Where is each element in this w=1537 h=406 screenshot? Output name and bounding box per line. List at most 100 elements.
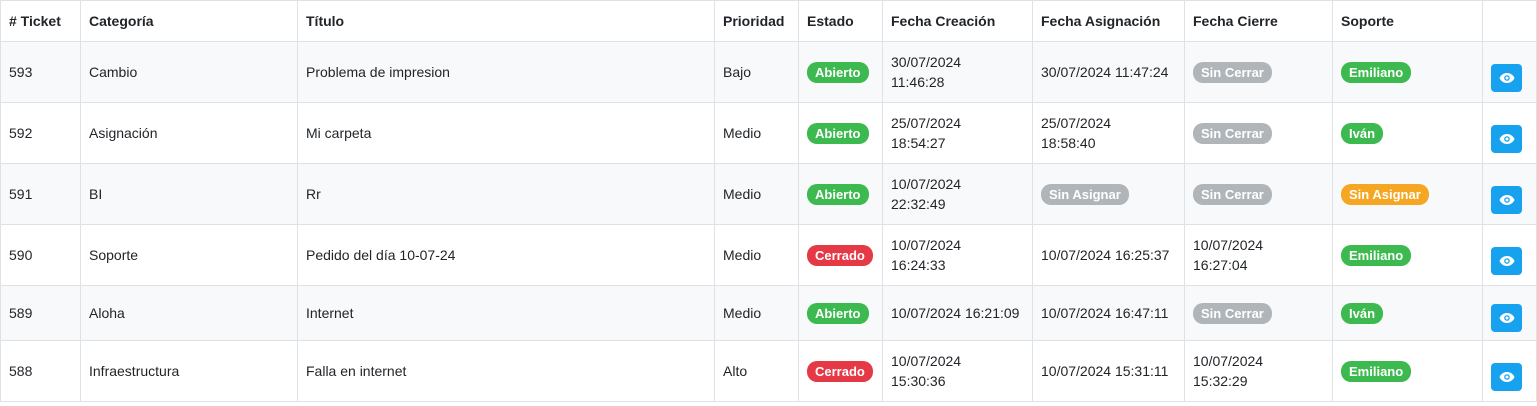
- cell-soporte: Iván: [1332, 102, 1483, 164]
- cell-estado: Abierto: [798, 41, 883, 103]
- creation-date: 30/07/2024: [891, 54, 962, 70]
- header-titulo[interactable]: Título: [297, 0, 715, 42]
- cell-fecha-cierre: Sin Cerrar: [1184, 41, 1333, 103]
- support-agent-badge: Emiliano: [1341, 61, 1412, 83]
- assignment-date: 10/07/2024 15:31:11: [1041, 363, 1169, 379]
- cell-estado: Abierto: [798, 102, 883, 164]
- category-text: Aloha: [89, 305, 125, 321]
- not-closed-badge: Sin Cerrar: [1193, 122, 1272, 144]
- table-row[interactable]: 588 Infraestructura Falla en internet Alto C…: [0, 340, 1537, 402]
- cell-soporte: Sin Asignar: [1332, 163, 1483, 225]
- view-ticket-button[interactable]: [1491, 363, 1522, 391]
- table-header-row: # Ticket Categoría Título Prioridad Esta…: [0, 0, 1537, 42]
- header-estado[interactable]: Estado: [798, 0, 883, 42]
- cell-titulo: Falla en internet: [297, 340, 715, 402]
- header-fecha-creacion[interactable]: Fecha Creación: [882, 0, 1033, 42]
- cell-fecha-asignacion: 10/07/2024 16:25:37: [1032, 224, 1185, 286]
- header-ticket[interactable]: # Ticket: [0, 0, 81, 42]
- cell-categoria: Soporte: [80, 224, 298, 286]
- category-text: Infraestructura: [89, 363, 180, 379]
- cell-fecha-cierre: Sin Cerrar: [1184, 285, 1333, 341]
- creation-date: 10/07/2024 16:21:09: [891, 305, 1020, 321]
- view-ticket-button[interactable]: [1491, 247, 1522, 275]
- title-text: Problema de impresion: [306, 64, 450, 80]
- cell-actions: [1482, 340, 1537, 402]
- table-row[interactable]: 593 Cambio Problema de impresion Bajo Abiert…: [0, 41, 1537, 103]
- tickets-table: # Ticket Categoría Título Prioridad Esta…: [0, 0, 1537, 402]
- cell-estado: Cerrado: [798, 340, 883, 402]
- cell-prioridad: Medio: [714, 102, 799, 164]
- assignment-date: 10/07/2024 16:47:11: [1041, 305, 1169, 321]
- header-fecha-cierre[interactable]: Fecha Cierre: [1184, 0, 1333, 42]
- cell-fecha-cierre: Sin Cerrar: [1184, 102, 1333, 164]
- table-row[interactable]: 589 Aloha Internet Medio Abierto 10/07/2024 1…: [0, 285, 1537, 341]
- cell-titulo: Problema de impresion: [297, 41, 715, 103]
- table-row[interactable]: 591 BI Rr Medio Abierto 10/07/2024 22:32:49 Sin…: [0, 163, 1537, 225]
- cell-estado: Cerrado: [798, 224, 883, 286]
- cell-prioridad: Alto: [714, 340, 799, 402]
- support-agent-badge: Iván: [1341, 302, 1384, 324]
- ticket-number: 591: [9, 186, 33, 202]
- cell-actions: [1482, 102, 1537, 164]
- creation-date: 10/07/2024: [891, 237, 962, 253]
- header-actions: [1482, 0, 1537, 42]
- closing-time: 15:32:29: [1193, 373, 1248, 389]
- cell-categoria: Infraestructura: [80, 340, 298, 402]
- table-row[interactable]: 590 Soporte Pedido del día 10-07-24 Medio Ce…: [0, 224, 1537, 286]
- cell-fecha-creacion: 10/07/2024 16:21:09: [882, 285, 1033, 341]
- view-ticket-button[interactable]: [1491, 64, 1522, 92]
- title-text: Pedido del día 10-07-24: [306, 247, 456, 263]
- status-badge: Abierto: [807, 302, 869, 324]
- cell-ticket: 592: [0, 102, 81, 164]
- view-ticket-button[interactable]: [1491, 304, 1522, 332]
- support-agent-badge: Sin Asignar: [1341, 183, 1429, 205]
- cell-fecha-asignacion: 25/07/2024 18:58:40: [1032, 102, 1185, 164]
- cell-fecha-asignacion: Sin Asignar: [1032, 163, 1185, 225]
- cell-fecha-creacion: 30/07/2024 11:46:28: [882, 41, 1033, 103]
- cell-ticket: 588: [0, 340, 81, 402]
- cell-actions: [1482, 41, 1537, 103]
- eye-icon: [1499, 195, 1514, 205]
- cell-titulo: Mi carpeta: [297, 102, 715, 164]
- not-closed-badge: Sin Cerrar: [1193, 61, 1272, 83]
- title-text: Mi carpeta: [306, 125, 372, 141]
- creation-time: 11:46:28: [891, 74, 945, 90]
- cell-fecha-cierre: 10/07/2024 15:32:29: [1184, 340, 1333, 402]
- cell-ticket: 591: [0, 163, 81, 225]
- cell-fecha-creacion: 10/07/2024 15:30:36: [882, 340, 1033, 402]
- cell-fecha-cierre: 10/07/2024 16:27:04: [1184, 224, 1333, 286]
- cell-soporte: Iván: [1332, 285, 1483, 341]
- cell-ticket: 589: [0, 285, 81, 341]
- ticket-number: 588: [9, 363, 33, 379]
- header-fecha-asignacion[interactable]: Fecha Asignación: [1032, 0, 1185, 42]
- table-row[interactable]: 592 Asignación Mi carpeta Medio Abierto 25/07…: [0, 102, 1537, 164]
- view-ticket-button[interactable]: [1491, 186, 1522, 214]
- status-badge: Cerrado: [807, 360, 873, 382]
- cell-soporte: Emiliano: [1332, 224, 1483, 286]
- creation-date: 10/07/2024: [891, 176, 962, 192]
- creation-time: 18:54:27: [891, 135, 946, 151]
- ticket-number: 589: [9, 305, 33, 321]
- closing-date: 10/07/2024: [1193, 353, 1264, 369]
- category-text: Asignación: [89, 125, 158, 141]
- cell-fecha-asignacion: 10/07/2024 16:47:11: [1032, 285, 1185, 341]
- header-soporte[interactable]: Soporte: [1332, 0, 1483, 42]
- view-ticket-button[interactable]: [1491, 125, 1522, 153]
- unassigned-badge: Sin Asignar: [1041, 183, 1129, 205]
- creation-time: 16:24:33: [891, 257, 946, 273]
- eye-icon: [1499, 256, 1514, 266]
- cell-ticket: 593: [0, 41, 81, 103]
- ticket-number: 593: [9, 64, 33, 80]
- cell-estado: Abierto: [798, 285, 883, 341]
- table-body: 593 Cambio Problema de impresion Bajo Abiert…: [0, 41, 1537, 402]
- cell-fecha-creacion: 10/07/2024 16:24:33: [882, 224, 1033, 286]
- status-badge: Abierto: [807, 122, 869, 144]
- header-categoria[interactable]: Categoría: [80, 0, 298, 42]
- header-prioridad[interactable]: Prioridad: [714, 0, 799, 42]
- cell-fecha-cierre: Sin Cerrar: [1184, 163, 1333, 225]
- eye-icon: [1499, 372, 1514, 382]
- category-text: Cambio: [89, 64, 138, 80]
- eye-icon: [1499, 73, 1514, 83]
- status-badge: Cerrado: [807, 244, 873, 266]
- not-closed-badge: Sin Cerrar: [1193, 183, 1272, 205]
